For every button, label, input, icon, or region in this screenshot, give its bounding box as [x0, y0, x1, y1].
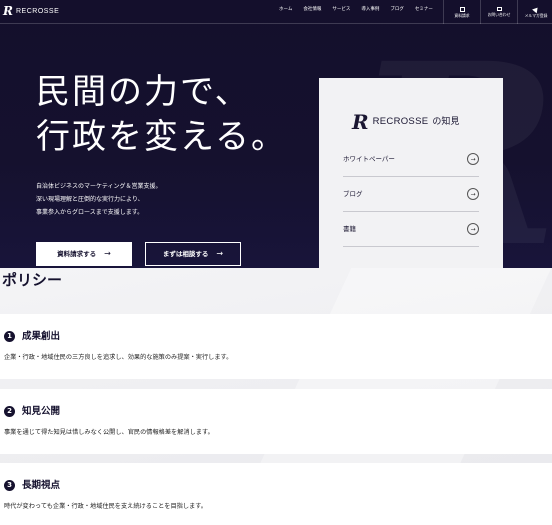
policy-card-text: 時代が変わっても企業・行政・地域住民を支え続けることを目指します。 — [4, 503, 207, 510]
headline-line-1: 民間の力で、 — [36, 72, 251, 112]
newsletter-label: メルマガ登録 — [524, 12, 548, 18]
policy-title: ポリシー — [2, 271, 63, 289]
contact-link[interactable]: お問い合わせ — [480, 0, 517, 24]
header-utilities: 資料請求 お問い合わせ メルマガ登録 — [443, 0, 552, 24]
policy-card-title: 長期視点 — [22, 479, 61, 491]
request-docs-button-label: 資料請求する — [57, 249, 97, 258]
hero-headline: 民間の力で、 行政を変える。 — [36, 70, 287, 160]
policy-card: 2 知見公開 事業を通じて得た知見は惜しみなく公開し、官民の情報格差を解消します… — [0, 389, 552, 454]
nav-home[interactable]: ホーム — [279, 7, 292, 13]
policy-card-text: 企業・行政・地域住民の三方良しを追求し、効果的な施策のみ提案・実行します。 — [4, 354, 233, 361]
knowledge-item-blog[interactable]: ブログ → — [343, 177, 479, 212]
arrow-right-icon: → — [104, 249, 111, 258]
policy-card-text: 事業を通じて得た知見は惜しみなく公開し、官民の情報格差を解消します。 — [4, 429, 214, 436]
policy-card-header: 1 成果創出 — [4, 331, 60, 342]
policy-card-header: 3 長期視点 — [4, 480, 60, 491]
send-icon — [532, 5, 540, 13]
logo-mark: R — [3, 4, 13, 18]
request-docs-label: 資料請求 — [454, 12, 470, 18]
site-header: R RECROSSE ホーム 会社情報 サービス 導入事例 ブログ セミナー 資… — [0, 0, 552, 24]
knowledge-item-label: 書籍 — [343, 224, 356, 233]
policy-card-title: 知見公開 — [22, 405, 61, 417]
description-line-2: 深い現場理解と圧倒的な実行力により、 — [36, 196, 144, 203]
description-line-3: 事業参入からグロースまで支援します。 — [36, 209, 144, 216]
knowledge-logo-mark: R — [352, 110, 369, 134]
contact-label: お問い合わせ — [487, 12, 511, 18]
logo-text: RECROSSE — [15, 7, 60, 15]
knowledge-suffix: の知見 — [432, 116, 460, 127]
knowledge-list: ホワイトペーパー → ブログ → 書籍 → — [343, 142, 479, 247]
nav-seminar[interactable]: セミナー — [415, 7, 433, 13]
site-logo[interactable]: R RECROSSE — [3, 5, 59, 17]
knowledge-item-label: ホワイトペーパー — [343, 154, 395, 163]
document-icon — [459, 6, 465, 12]
knowledge-card: R RECROSSE の知見 ホワイトペーパー → ブログ → 書籍 → — [319, 78, 503, 268]
knowledge-brand: RECROSSE — [372, 116, 429, 128]
main-nav: ホーム 会社情報 サービス 導入事例 ブログ セミナー — [279, 7, 433, 13]
request-docs-button[interactable]: 資料請求する → — [36, 242, 132, 266]
consult-button-label: まずは相談する — [162, 249, 209, 258]
circle-arrow-icon: → — [467, 223, 479, 235]
description-line-1: 自治体ビジネスのマーケティング＆営業支援。 — [36, 183, 162, 190]
arrow-right-icon: → — [216, 249, 224, 258]
nav-blog[interactable]: ブログ — [390, 7, 404, 13]
consult-button[interactable]: まずは相談する → — [145, 242, 241, 266]
policy-number-badge: 1 — [4, 331, 15, 342]
nav-company[interactable]: 会社情報 — [303, 7, 321, 13]
headline-line-2: 行政を変える。 — [36, 117, 287, 157]
policy-card: 1 成果創出 企業・行政・地域住民の三方良しを追求し、効果的な施策のみ提案・実行… — [0, 314, 552, 379]
knowledge-item-books[interactable]: 書籍 → — [343, 212, 479, 247]
knowledge-card-title: R RECROSSE の知見 — [352, 112, 459, 132]
knowledge-item-whitepaper[interactable]: ホワイトペーパー → — [343, 142, 479, 177]
knowledge-item-label: ブログ — [343, 189, 363, 198]
policy-number-badge: 2 — [4, 406, 15, 417]
policy-card-title: 成果創出 — [22, 330, 61, 342]
nav-services[interactable]: サービス — [332, 7, 350, 13]
policy-card-header: 2 知見公開 — [4, 406, 60, 417]
circle-arrow-icon: → — [467, 188, 479, 200]
circle-arrow-icon: → — [467, 153, 479, 165]
policy-number-badge: 3 — [4, 480, 15, 491]
request-docs-link[interactable]: 資料請求 — [443, 0, 480, 24]
nav-cases[interactable]: 導入事例 — [361, 7, 379, 13]
newsletter-link[interactable]: メルマガ登録 — [517, 0, 552, 24]
hero-description: 自治体ビジネスのマーケティング＆営業支援。 深い現場理解と圧倒的な実行力により、… — [36, 180, 162, 219]
policy-section: ポリシー 1 成果創出 企業・行政・地域住民の三方良しを追求し、効果的な施策のみ… — [0, 268, 552, 525]
hero-section: R R RECROSSE ホーム 会社情報 サービス 導入事例 ブログ セミナー… — [0, 0, 552, 268]
policy-card: 3 長期視点 時代が変わっても企業・行政・地域住民を支え続けることを目指します。 — [0, 463, 552, 525]
mail-icon — [496, 7, 502, 12]
